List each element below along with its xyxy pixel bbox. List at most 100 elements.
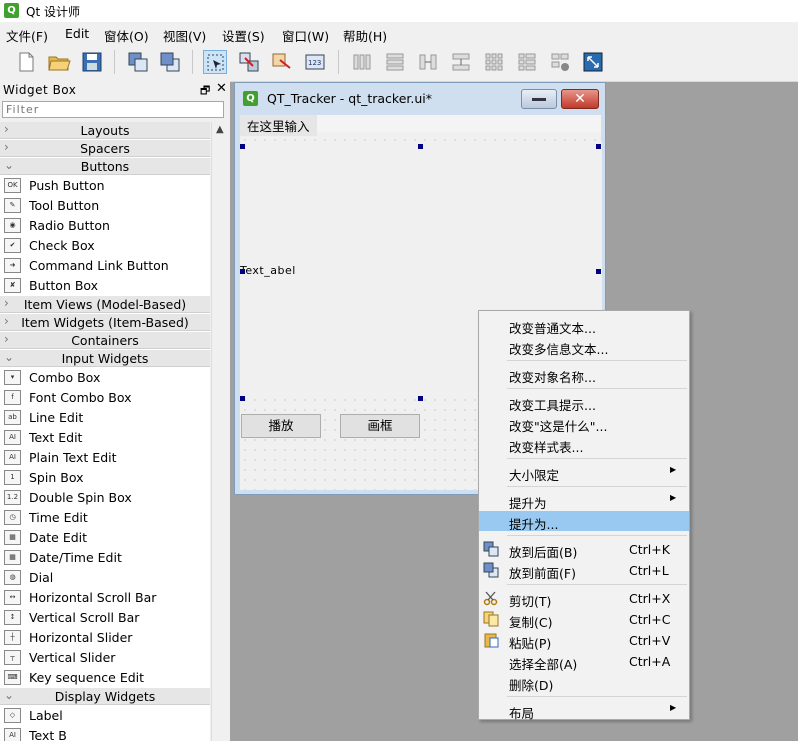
send-to-back-icon[interactable] [126,50,150,74]
widget-item-label: Text Edit [29,430,83,445]
minimize-button[interactable] [521,89,557,109]
context-menu-item[interactable]: 大小限定 ▶ [479,462,689,483]
context-menu-item[interactable]: 改变多信息文本... [479,336,689,357]
label-icon: ◇ [4,708,21,723]
widget-list-item[interactable]: ◍ Dial [0,568,210,588]
close-button[interactable]: ✕ [561,89,599,109]
layout-grid-icon[interactable] [482,50,506,74]
context-menu-item[interactable]: 改变对象名称... [479,364,689,385]
adjust-size-icon[interactable] [581,50,605,74]
widget-list-item[interactable]: ◉ Radio Button [0,216,210,236]
combo-box-icon: ▾ [4,370,21,385]
scroll-up-arrow-icon[interactable]: ▲ [216,124,224,135]
plain-text-edit-icon: AI [4,450,21,465]
float-dock-icon[interactable]: 🗗 [200,82,210,101]
new-file-icon[interactable] [14,50,38,74]
edit-buddies-icon[interactable] [270,50,294,74]
vertical-slider-icon: ┬ [4,650,21,665]
category-header[interactable]: ⌄ Input Widgets [0,350,210,367]
menu-edit[interactable]: Edit [65,26,89,41]
widget-list-item[interactable]: ➜ Command Link Button [0,256,210,276]
draw-box-button[interactable]: 画框 [340,414,420,438]
widget-list-item[interactable]: 1 Spin Box [0,468,210,488]
widget-list-item[interactable]: ▦ Date/Time Edit [0,548,210,568]
widget-list-item[interactable]: AI Text Edit [0,428,210,448]
widget-list-item[interactable]: ⌨ Key sequence Edit [0,668,210,688]
layout-horizontal-splitter-icon[interactable] [416,50,440,74]
widget-list-item[interactable]: OK Push Button [0,176,210,196]
category-header[interactable]: › Item Widgets (Item-Based) [0,314,210,331]
context-menu-item[interactable]: 选择全部(A) Ctrl+A [479,651,689,672]
menu-view[interactable]: 视图(V) [163,26,206,45]
widget-list-item[interactable]: ┼ Horizontal Slider [0,628,210,648]
context-menu-item[interactable]: 放到后面(B) Ctrl+K [479,539,689,560]
widget-list-item[interactable]: ▦ Date Edit [0,528,210,548]
widget-list-item[interactable]: ✘ Button Box [0,276,210,296]
widget-list-item[interactable]: AI Plain Text Edit [0,448,210,468]
layout-vertical-icon[interactable] [383,50,407,74]
app-title: Qt 设计师 [26,5,80,19]
context-menu-item[interactable]: 剪切(T) Ctrl+X [479,588,689,609]
category-header[interactable]: › Layouts [0,122,210,139]
context-menu-item[interactable]: 删除(D) [479,672,689,693]
widget-list-item[interactable]: AI Text B [0,726,210,741]
selection-handle[interactable] [418,396,423,401]
edit-signals-slots-icon[interactable] [237,50,261,74]
menu-help[interactable]: 帮助(H) [343,26,387,45]
play-button[interactable]: 播放 [241,414,321,438]
widget-list-item[interactable]: ◷ Time Edit [0,508,210,528]
menu-separator [507,458,687,459]
context-menu-item[interactable]: 提升为... [479,511,689,532]
selection-handle[interactable] [596,269,601,274]
menu-settings[interactable]: 设置(S) [222,26,265,45]
context-menu-item[interactable]: 复制(C) Ctrl+C [479,609,689,630]
widget-list-item[interactable]: 1.2 Double Spin Box [0,488,210,508]
widget-list-item[interactable]: ↕ Vertical Scroll Bar [0,608,210,628]
context-menu-item[interactable]: 粘贴(P) Ctrl+V [479,630,689,651]
menu-window[interactable]: 窗口(W) [282,26,329,45]
category-header[interactable]: ⌄ Buttons [0,158,210,175]
menu-form[interactable]: 窗体(O) [104,26,149,45]
widget-list-item[interactable]: f Font Combo Box [0,388,210,408]
category-header[interactable]: › Item Views (Model-Based) [0,296,210,313]
widget-list-item[interactable]: ◇ Label [0,706,210,726]
bring-to-front-icon[interactable] [158,50,182,74]
category-header[interactable]: ⌄ Display Widgets [0,688,210,705]
save-icon[interactable] [80,50,104,74]
context-menu-item[interactable]: 放到前面(F) Ctrl+L [479,560,689,581]
form-menu-bar[interactable]: 在这里输入 [240,115,601,136]
close-dock-icon[interactable]: ✕ [216,81,227,96]
widget-list-item[interactable]: ↔ Horizontal Scroll Bar [0,588,210,608]
widget-tree-scrollbar[interactable]: ▲ [211,122,229,741]
selection-handle[interactable] [240,269,245,274]
layout-horizontal-icon[interactable] [350,50,374,74]
category-header[interactable]: › Containers [0,332,210,349]
filter-input[interactable]: Filter [2,101,224,118]
menu-item-label: 改变"这是什么"... [509,419,608,434]
widget-list-item[interactable]: ✔ Check Box [0,236,210,256]
widget-list-item[interactable]: ┬ Vertical Slider [0,648,210,668]
widget-list-item[interactable]: ▾ Combo Box [0,368,210,388]
selection-handle[interactable] [240,396,245,401]
selection-handle[interactable] [596,144,601,149]
context-menu-item[interactable]: 提升为 ▶ [479,490,689,511]
edit-widgets-icon[interactable] [203,50,227,74]
selection-handle[interactable] [240,144,245,149]
context-menu-item[interactable]: 改变样式表... [479,434,689,455]
context-menu-item[interactable]: 改变普通文本... [479,315,689,336]
menu-type-here[interactable]: 在这里输入 [240,115,317,136]
widget-list-item[interactable]: ab Line Edit [0,408,210,428]
break-layout-icon[interactable] [548,50,572,74]
context-menu-item[interactable]: 改变工具提示... [479,392,689,413]
context-menu-item[interactable]: 布局 ▶ [479,700,689,721]
category-header[interactable]: › Spacers [0,140,210,157]
edit-tab-order-icon[interactable]: 123 [303,50,327,74]
widget-box-dock: Widget Box 🗗 ✕ Filter › Layouts › Spacers ⌄ B… [0,81,230,741]
layout-vertical-splitter-icon[interactable] [449,50,473,74]
context-menu-item[interactable]: 改变"这是什么"... [479,413,689,434]
layout-form-icon[interactable] [515,50,539,74]
open-folder-icon[interactable] [47,50,71,74]
menu-file[interactable]: 文件(F) [6,26,48,45]
widget-list-item[interactable]: ✎ Tool Button [0,196,210,216]
selection-handle[interactable] [418,144,423,149]
